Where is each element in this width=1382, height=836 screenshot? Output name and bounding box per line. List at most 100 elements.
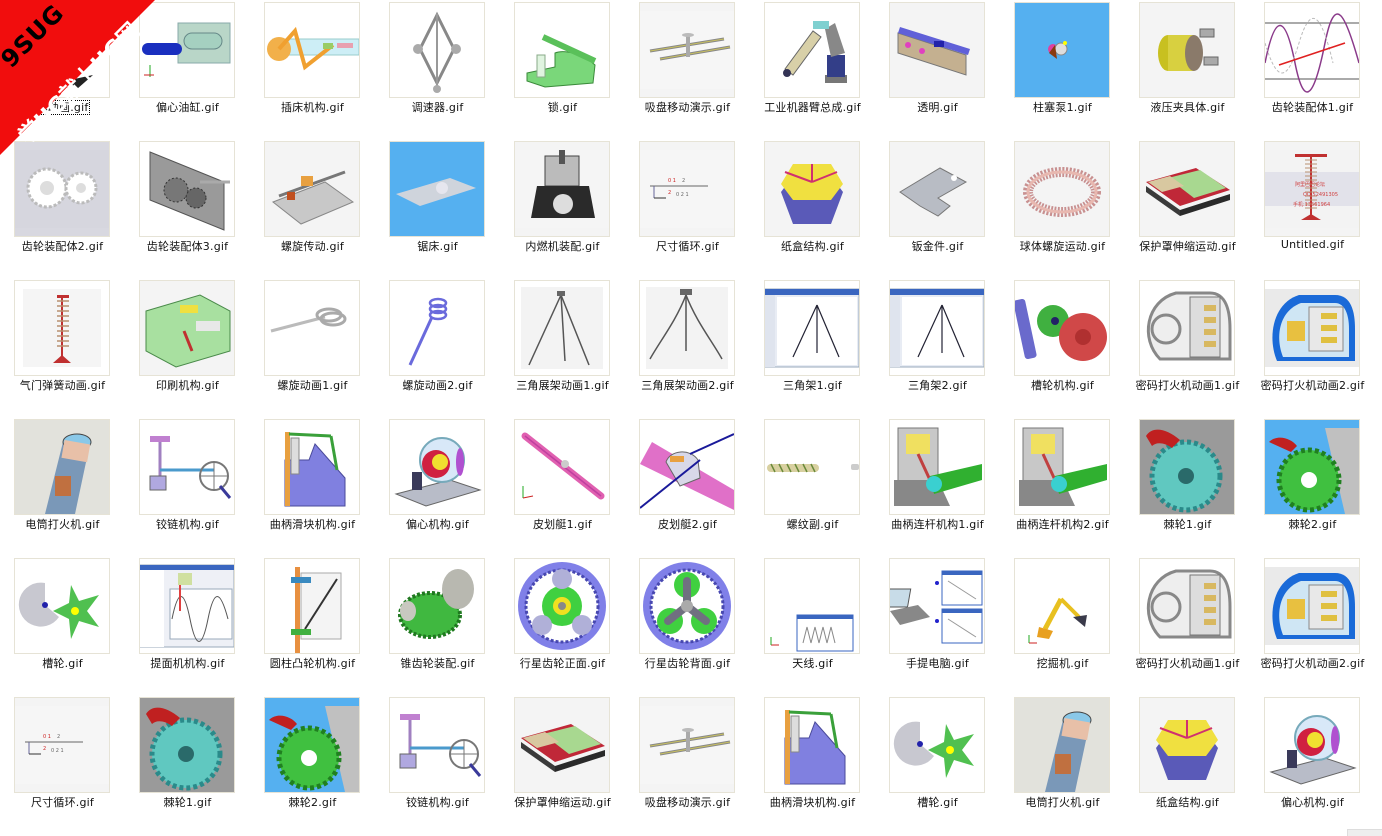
file-name-label[interactable]: 行星齿轮背面.gif: [621, 655, 754, 671]
file-item[interactable]: 圆柱凸轮机构.gif: [250, 556, 375, 695]
file-item[interactable]: 槽轮.gif: [875, 695, 1000, 834]
file-item[interactable]: 棘轮1.gif: [1125, 417, 1250, 556]
file-name-label[interactable]: 纸盒结构.gif: [1121, 794, 1254, 810]
file-name-label[interactable]: 锥齿轮装配.gif: [371, 655, 504, 671]
file-item[interactable]: 阿里巴巴论坛 QQ:52491305 手机:13561964 Untitled.gif: [1250, 139, 1375, 278]
file-name-label[interactable]: 三角展架动画1.gif: [496, 377, 629, 393]
file-name-label[interactable]: 偏心油缸.gif: [121, 99, 254, 115]
file-item[interactable]: 皮划艇2.gif: [625, 417, 750, 556]
piston-crank-thumbnail[interactable]: [889, 419, 985, 515]
file-item[interactable]: 天线.gif: [750, 556, 875, 695]
file-item[interactable]: 密码打火机动画1.gif: [1125, 556, 1250, 695]
cad-graph-window-thumbnail[interactable]: [139, 558, 235, 654]
hydraulic-fixture-thumbnail[interactable]: [1139, 2, 1235, 98]
corner-scroll-tab[interactable]: [1347, 829, 1382, 836]
file-item[interactable]: 槽轮.gif: [0, 556, 125, 695]
file-name-label[interactable]: 天线.gif: [746, 655, 879, 671]
file-item[interactable]: 插床机构.gif: [250, 0, 375, 139]
file-name-label[interactable]: 曲柄连杆机构2.gif: [996, 516, 1129, 532]
crank-slider-thumbnail[interactable]: [764, 697, 860, 793]
file-name-label[interactable]: 密码打火机动画1.gif: [1121, 655, 1254, 671]
file-name-label[interactable]: 齿轮装配体2.gif: [0, 238, 129, 254]
file-item[interactable]: 印刷机构.gif: [125, 278, 250, 417]
lighter-mechanism-thumbnail[interactable]: [1139, 280, 1235, 376]
file-name-label[interactable]: 提面机机构.gif: [121, 655, 254, 671]
file-item[interactable]: 棘轮1.gif: [125, 695, 250, 834]
file-name-label[interactable]: 纸盒结构.gif: [746, 238, 879, 254]
file-name-label[interactable]: 尺寸循环.gif: [0, 794, 129, 810]
file-name-label[interactable]: 柱塞泵1.gif: [996, 99, 1129, 115]
paper-box-thumbnail[interactable]: [764, 141, 860, 237]
file-name-label[interactable]: 手提电脑.gif: [871, 655, 1004, 671]
file-name-label[interactable]: 电筒打火机.gif: [996, 794, 1129, 810]
file-item[interactable]: 调速器.gif: [375, 0, 500, 139]
file-name-label[interactable]: 吸盘移动演示.gif: [621, 794, 754, 810]
file-item[interactable]: 锁.gif: [500, 0, 625, 139]
file-name-label[interactable]: 保护罩伸缩运动.gif: [1121, 238, 1254, 254]
file-item[interactable]: 电筒打火机.gif: [0, 417, 125, 556]
file-name-label[interactable]: 铰链机构.gif: [121, 516, 254, 532]
file-name-label[interactable]: 槽轮.gif: [0, 655, 129, 671]
slotting-machine-thumbnail[interactable]: [264, 2, 360, 98]
lighter-mechanism-thumbnail[interactable]: [1139, 558, 1235, 654]
geneva-wheel-thumbnail[interactable]: [889, 697, 985, 793]
file-item[interactable]: 体动画.gif: [0, 0, 125, 139]
file-item[interactable]: 挖掘机.gif: [1000, 556, 1125, 695]
file-name-label[interactable]: Untitled.gif: [1246, 238, 1379, 251]
tripod-cad-window-thumbnail[interactable]: [889, 280, 985, 376]
paddle-thumbnail[interactable]: [514, 419, 610, 515]
file-name-label[interactable]: 偏心机构.gif: [1246, 794, 1379, 810]
file-item[interactable]: 0 1 2 2 0 2 1 尺寸循环.gif: [0, 695, 125, 834]
file-item[interactable]: 齿轮装配体2.gif: [0, 139, 125, 278]
kayak-thumbnail[interactable]: [639, 419, 735, 515]
geneva-wheel-thumbnail[interactable]: [14, 558, 110, 654]
file-item[interactable]: 偏心机构.gif: [375, 417, 500, 556]
file-name-label[interactable]: 棘轮2.gif: [1246, 516, 1379, 532]
file-item[interactable]: 内燃机装配.gif: [500, 139, 625, 278]
file-item[interactable]: 螺旋动画2.gif: [375, 278, 500, 417]
file-name-label[interactable]: 三角架2.gif: [871, 377, 1004, 393]
file-name-label[interactable]: 棘轮2.gif: [246, 794, 379, 810]
file-item[interactable]: 密码打火机动画2.gif: [1250, 278, 1375, 417]
eccentric-mechanism-thumbnail[interactable]: [1264, 697, 1360, 793]
track-thumbnail[interactable]: [889, 2, 985, 98]
file-name-label[interactable]: 皮划艇1.gif: [496, 516, 629, 532]
file-name-label[interactable]: 球体螺旋运动.gif: [996, 238, 1129, 254]
file-name-label[interactable]: 气门弹簧动画.gif: [0, 377, 129, 393]
file-name-label[interactable]: 锁.gif: [496, 99, 629, 115]
file-name-label[interactable]: 螺纹副.gif: [746, 516, 879, 532]
file-item[interactable]: 密码打火机动画1.gif: [1125, 278, 1250, 417]
ratchet-thumbnail[interactable]: [1139, 419, 1235, 515]
file-name-label[interactable]: 齿轮装配体1.gif: [1246, 99, 1379, 115]
tripod-open-thumbnail[interactable]: [639, 280, 735, 376]
file-name-label[interactable]: 皮划艇2.gif: [621, 516, 754, 532]
file-name-label[interactable]: 行星齿轮正面.gif: [496, 655, 629, 671]
planetary-gear-front-thumbnail[interactable]: [514, 558, 610, 654]
gear-pair-thumbnail[interactable]: [14, 141, 110, 237]
lock-clamp-thumbnail[interactable]: [514, 2, 610, 98]
sphere-spiral-thumbnail[interactable]: [1014, 141, 1110, 237]
file-item[interactable]: 工业机器臂总成.gif: [750, 0, 875, 139]
gear-curve-thumbnail[interactable]: [1264, 2, 1360, 98]
file-name-label[interactable]: 螺旋传动.gif: [246, 238, 379, 254]
file-name-label[interactable]: 齿轮装配体3.gif: [121, 238, 254, 254]
file-item[interactable]: 纸盒结构.gif: [1125, 695, 1250, 834]
file-name-label[interactable]: 棘轮1.gif: [121, 794, 254, 810]
engine-thumbnail[interactable]: [514, 141, 610, 237]
screw-drive-thumbnail[interactable]: [264, 141, 360, 237]
file-item[interactable]: 保护罩伸缩运动.gif: [1125, 139, 1250, 278]
valve-spring-watermark-thumbnail[interactable]: 阿里巴巴论坛 QQ:52491305 手机:13561964: [1264, 141, 1360, 237]
valve-spring-thumbnail[interactable]: [14, 280, 110, 376]
file-name-label[interactable]: 透明.gif: [871, 99, 1004, 115]
file-item[interactable]: 三角展架动画1.gif: [500, 278, 625, 417]
file-item[interactable]: 钣金件.gif: [875, 139, 1000, 278]
flashlight-lighter-thumbnail[interactable]: [14, 419, 110, 515]
paper-box-thumbnail[interactable]: [1139, 697, 1235, 793]
file-item[interactable]: 纸盒结构.gif: [750, 139, 875, 278]
file-item[interactable]: 棘轮2.gif: [250, 695, 375, 834]
hinge-mechanism-thumbnail[interactable]: [139, 419, 235, 515]
file-item[interactable]: 柱塞泵1.gif: [1000, 0, 1125, 139]
file-name-label[interactable]: 三角展架动画2.gif: [621, 377, 754, 393]
file-name-label[interactable]: 偏心机构.gif: [371, 516, 504, 532]
file-name-label[interactable]: 保护罩伸缩运动.gif: [496, 794, 629, 810]
